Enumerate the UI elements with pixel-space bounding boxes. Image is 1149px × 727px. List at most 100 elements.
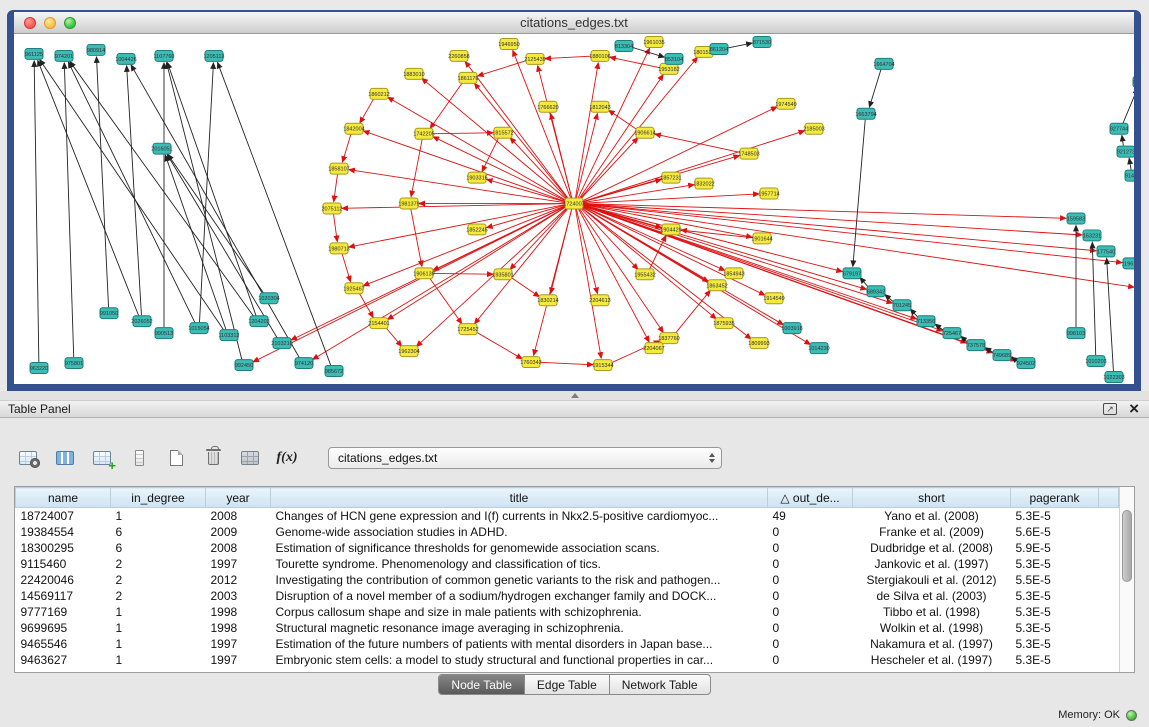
cell-year[interactable]: 2009 (206, 524, 271, 540)
column-header-title[interactable]: title (271, 488, 768, 508)
cell-title[interactable]: Genome-wide association studies in ADHD. (271, 524, 768, 540)
cell-out_degree[interactable]: 0 (768, 572, 853, 588)
cell-year[interactable]: 2008 (206, 540, 271, 556)
cell-year[interactable]: 1998 (206, 620, 271, 636)
cell-short[interactable]: Wolkin et al. (1998) (853, 620, 1011, 636)
cell-short[interactable]: Nakamura et al. (1997) (853, 636, 1011, 652)
cell-title[interactable]: Embryonic stem cells: a model to study s… (271, 652, 768, 668)
cell-out_degree[interactable]: 0 (768, 604, 853, 620)
table-row[interactable]: 977716911998Corpus callosum shape and si… (16, 604, 1119, 620)
table-row[interactable]: 1456911722003Disruption of a novel membe… (16, 588, 1119, 604)
cell-in_degree[interactable]: 1 (111, 652, 206, 668)
cell-in_degree[interactable]: 1 (111, 636, 206, 652)
cell-title[interactable]: Tourette syndrome. Phenomenology and cla… (271, 556, 768, 572)
cell-name[interactable]: 18724007 (16, 508, 111, 524)
cell-pagerank[interactable]: 5.6E-5 (1011, 524, 1099, 540)
close-panel-button[interactable]: × (1129, 402, 1139, 416)
cell-name[interactable]: 9465546 (16, 636, 111, 652)
table-selector-dropdown[interactable]: citations_edges.txt (328, 447, 722, 469)
cell-title[interactable]: Structural magnetic resonance image aver… (271, 620, 768, 636)
show-columns-button[interactable] (51, 444, 79, 472)
delete-row-button[interactable] (199, 444, 227, 472)
table-settings-button[interactable] (14, 444, 42, 472)
cell-pagerank[interactable]: 5.3E-5 (1011, 588, 1099, 604)
cell-year[interactable]: 1997 (206, 556, 271, 572)
cell-out_degree[interactable]: 0 (768, 636, 853, 652)
column-header-pagerank[interactable]: pagerank (1011, 488, 1099, 508)
table-scrollbar[interactable] (1119, 487, 1134, 672)
cell-year[interactable]: 1997 (206, 636, 271, 652)
tab-network-table[interactable]: Network Table (609, 675, 710, 694)
cell-short[interactable]: Stergiakouli et al. (2012) (853, 572, 1011, 588)
cell-year[interactable]: 2003 (206, 588, 271, 604)
cell-year[interactable]: 2012 (206, 572, 271, 588)
table-row[interactable]: 911546021997Tourette syndrome. Phenomeno… (16, 556, 1119, 572)
table-row[interactable]: 946554611997Estimation of the future num… (16, 636, 1119, 652)
function-builder-button[interactable]: f(x) (273, 444, 301, 472)
cell-title[interactable]: Estimation of significance thresholds fo… (271, 540, 768, 556)
cell-title[interactable]: Corpus callosum shape and size in male p… (271, 604, 768, 620)
cell-name[interactable]: 19384554 (16, 524, 111, 540)
network-canvas[interactable]: 1724007185723119066141812043176662018155… (14, 34, 1134, 383)
cell-short[interactable]: de Silva et al. (2003) (853, 588, 1011, 604)
cell-pagerank[interactable]: 5.3E-5 (1011, 556, 1099, 572)
table-row[interactable]: 1938455462009Genome-wide association stu… (16, 524, 1119, 540)
cell-pagerank[interactable]: 5.3E-5 (1011, 636, 1099, 652)
cell-name[interactable]: 22420046 (16, 572, 111, 588)
cell-short[interactable]: Yano et al. (2008) (853, 508, 1011, 524)
cell-short[interactable]: Hescheler et al. (1997) (853, 652, 1011, 668)
cell-in_degree[interactable]: 1 (111, 604, 206, 620)
cell-in_degree[interactable]: 2 (111, 556, 206, 572)
cell-short[interactable]: Franke et al. (2009) (853, 524, 1011, 540)
cell-in_degree[interactable]: 1 (111, 508, 206, 524)
cell-out_degree[interactable]: 0 (768, 540, 853, 556)
table-row[interactable]: 1872400712008Changes of HCN gene express… (16, 508, 1119, 524)
float-panel-button[interactable]: ↗ (1103, 403, 1117, 415)
column-header-short[interactable]: short (853, 488, 1011, 508)
scrollbar-thumb[interactable] (1122, 510, 1132, 582)
cell-pagerank[interactable]: 5.9E-5 (1011, 540, 1099, 556)
cell-pagerank[interactable]: 5.3E-5 (1011, 508, 1099, 524)
panel-splitter[interactable] (0, 391, 1149, 400)
cell-name[interactable]: 9463627 (16, 652, 111, 668)
cell-in_degree[interactable]: 1 (111, 620, 206, 636)
table-row[interactable]: 1830029562008Estimation of significance … (16, 540, 1119, 556)
create-column-button[interactable] (88, 444, 116, 472)
network-graph[interactable]: 1724007185723119066141812043176662018155… (14, 34, 1134, 383)
cell-name[interactable]: 18300295 (16, 540, 111, 556)
cell-name[interactable]: 9777169 (16, 604, 111, 620)
minimize-window-button[interactable] (44, 17, 56, 29)
zoom-window-button[interactable] (64, 17, 76, 29)
delete-column-button[interactable] (125, 444, 153, 472)
column-header-in_degree[interactable]: in_degree (111, 488, 206, 508)
table-row[interactable]: 946362711997Embryonic stem cells: a mode… (16, 652, 1119, 668)
cell-in_degree[interactable]: 6 (111, 540, 206, 556)
cell-pagerank[interactable]: 5.3E-5 (1011, 652, 1099, 668)
table-row[interactable]: 2242004622012Investigating the contribut… (16, 572, 1119, 588)
cell-short[interactable]: Tibbo et al. (1998) (853, 604, 1011, 620)
cell-out_degree[interactable]: 49 (768, 508, 853, 524)
new-row-button[interactable] (162, 444, 190, 472)
cell-in_degree[interactable]: 2 (111, 572, 206, 588)
cell-title[interactable]: Estimation of the future numbers of pati… (271, 636, 768, 652)
cell-out_degree[interactable]: 0 (768, 556, 853, 572)
cell-title[interactable]: Disruption of a novel member of a sodium… (271, 588, 768, 604)
cell-title[interactable]: Investigating the contribution of common… (271, 572, 768, 588)
cell-short[interactable]: Dudbridge et al. (2008) (853, 540, 1011, 556)
cell-name[interactable]: 9699695 (16, 620, 111, 636)
cell-pagerank[interactable]: 5.5E-5 (1011, 572, 1099, 588)
table-row[interactable]: 969969511998Structural magnetic resonanc… (16, 620, 1119, 636)
cell-out_degree[interactable]: 0 (768, 524, 853, 540)
cell-out_degree[interactable]: 0 (768, 588, 853, 604)
cell-title[interactable]: Changes of HCN gene expression and I(f) … (271, 508, 768, 524)
tab-node-table[interactable]: Node Table (439, 675, 524, 694)
tab-edge-table[interactable]: Edge Table (524, 675, 609, 694)
column-header-name[interactable]: name (16, 488, 111, 508)
cell-out_degree[interactable]: 0 (768, 620, 853, 636)
close-window-button[interactable] (24, 17, 36, 29)
cell-pagerank[interactable]: 5.3E-5 (1011, 604, 1099, 620)
cell-year[interactable]: 1997 (206, 652, 271, 668)
cell-name[interactable]: 9115460 (16, 556, 111, 572)
cell-year[interactable]: 1998 (206, 604, 271, 620)
network-window-titlebar[interactable]: citations_edges.txt (14, 12, 1134, 34)
